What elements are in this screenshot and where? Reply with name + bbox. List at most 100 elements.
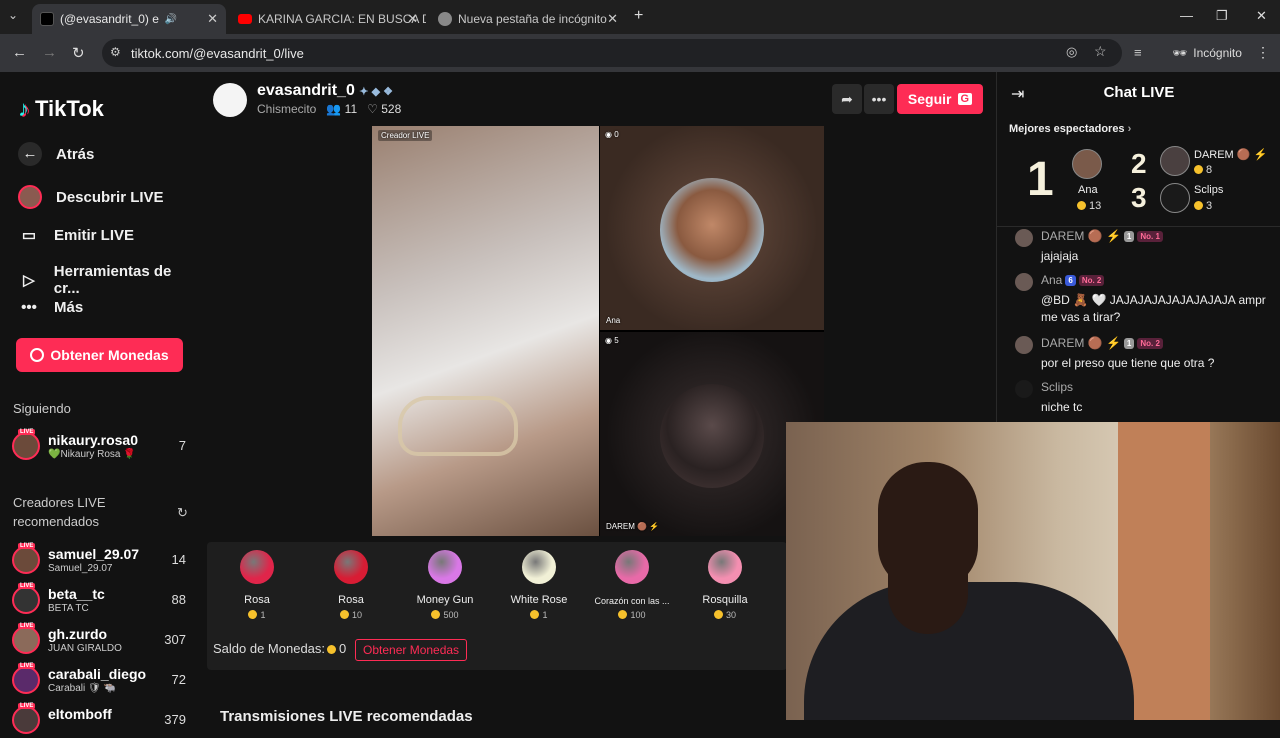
people-icon: 👥 [326,102,342,116]
viewer-count: 88 [171,592,186,607]
chat-text: niche tc [1041,400,1083,414]
get-coins-button[interactable]: Obtener Monedas [16,338,183,372]
new-tab-icon[interactable]: + [634,7,643,25]
top-viewer-avatar[interactable] [1072,149,1102,179]
browser-tab-bar: ⌄ (@evasandrit_0) e 🔊 ✕ KARINA GARCIA: E… [0,0,1280,34]
nav-discover-live[interactable]: Descubrir LIVE [18,185,164,209]
coin-icon [1077,201,1086,210]
close-tab-icon[interactable]: ✕ [207,11,218,27]
coin-icon [618,610,628,619]
recommended-streams-title: Transmisiones LIVE recomendadas [220,708,473,725]
forward-icon[interactable]: → [42,44,57,61]
recommended-item[interactable]: LIVE gh.zurdo JUAN GIRALDO 307 [12,623,192,658]
nav-more[interactable]: ••• Más [18,299,83,316]
avatar: LIVE [12,543,40,574]
top-viewer-avatar[interactable] [1160,183,1190,213]
money-gun-gift-icon [428,550,462,584]
guest-video-tile-1[interactable]: ◉ 0 Ana [600,126,824,330]
ellipsis-icon: ••• [871,91,887,107]
logo-text: TikTok [35,96,104,121]
url-text[interactable]: tiktok.com/@evasandrit_0/live [131,46,304,61]
viewer-count: 307 [164,632,186,647]
live-video-grid[interactable]: Creador LIVE ◉ 0 Ana ◉ 5 DAREM 🟤 ⚡ [372,126,824,536]
avatar: LIVE [12,429,40,460]
recommended-item[interactable]: LIVE samuel_29.07 Samuel_29.07 14 [12,543,192,578]
gift-item[interactable]: Rosa 10 [306,550,396,620]
more-options-button[interactable]: ••• [864,84,894,114]
top-viewer-avatar[interactable] [1160,146,1190,176]
gift-item[interactable]: Rosquilla 30 [680,550,770,620]
gift-item[interactable]: Rosa 1 [212,550,302,620]
recommended-item[interactable]: LIVE carabali_diego Carabali 🛡 🐃 72 [12,663,192,698]
refresh-icon[interactable]: ↻ [177,505,188,521]
reload-icon[interactable]: ↻ [72,44,85,62]
share-button[interactable]: ➦ [832,84,862,114]
tab-incognito[interactable]: Nueva pestaña de incógnito ✕ [430,4,626,34]
guest-avatar [660,178,764,282]
avatar: LIVE [12,663,40,694]
nav-go-live[interactable]: ▭ Emitir LIVE [18,226,135,245]
coin-icon [713,610,723,619]
maximize-icon[interactable]: ❐ [1216,8,1228,24]
nav-back[interactable]: ← Atrás [18,142,94,166]
gift-cost: 30 [725,610,736,620]
guest-count: 5 [614,336,619,345]
bookmark-star-icon[interactable]: ☆ [1094,43,1107,60]
chevron-right-icon: › [1127,123,1132,135]
menu-kebab-icon[interactable]: ⋮ [1256,44,1270,61]
chat-username: DAREM 🟤 ⚡ [1041,336,1121,350]
get-coins-label: Obtener Monedas [50,347,169,363]
viewers: 👥 11 [326,102,357,116]
gift-name: Corazón con las ... [594,596,670,606]
avatar [1015,336,1033,354]
chat-username: Ana [1041,273,1063,287]
tab-label: (@evasandrit_0) e [60,12,159,26]
site-info-icon[interactable]: ⚙ [110,45,121,59]
gift-cost: 1 [260,610,266,620]
gift-item[interactable]: Corazón con las ... 100 [587,550,677,620]
host-avatar[interactable] [213,83,247,117]
nav-creator-tools[interactable]: ▷ Herramientas de cr... [18,263,200,297]
coin-icon [327,645,337,654]
host-name[interactable]: evasandrit_0 ✦ ◆ ❖ [257,82,393,100]
top-viewer-coins: 13 [1089,200,1102,212]
close-window-icon[interactable]: ✕ [1256,8,1267,24]
incognito-indicator[interactable]: 🕶 Incógnito [1162,40,1252,66]
incognito-label: Incógnito [1193,46,1242,60]
avatar: LIVE [12,623,40,654]
top-viewer-name: Sclips [1194,184,1224,196]
tiktok-logo[interactable]: ♪ TikTok [18,96,104,122]
recommended-item[interactable]: LIVE beta__tc BETA TC 88 [12,583,192,618]
nav-label: Emitir LIVE [54,226,135,244]
minimize-icon[interactable]: — [1180,8,1193,23]
following-item[interactable]: LIVE nikaury.rosa0 💚Nikaury Rosa 🌹 7 [12,429,192,464]
coin-icon [1194,165,1203,174]
recommended-item[interactable]: LIVE eltomboff 379 [12,703,192,738]
creator-video-tile[interactable]: Creador LIVE [372,126,599,536]
chat-text: jajajaja [1041,249,1079,263]
recommended-title: Creadores LIVE recomendados [13,495,106,529]
coin-icon [248,610,258,619]
follow-button[interactable]: Seguir G [897,84,983,114]
omnibox[interactable]: ⚙ tiktok.com/@evasandrit_0/live ◎ ☆ [102,39,1122,67]
host-meta: Chismecito 👥 11 ♡ 528 [257,102,401,116]
avatar: LIVE [12,703,40,734]
tab-search-icon[interactable]: ⌄ [8,8,18,22]
eye-off-icon[interactable]: ◎ [1066,44,1077,60]
video-camera-icon: ▭ [21,227,37,244]
top-viewer-coins: 8 [1206,164,1213,176]
close-tab-icon[interactable]: ✕ [607,11,618,27]
tab-tiktok[interactable]: (@evasandrit_0) e 🔊 ✕ [32,4,226,34]
reading-list-icon[interactable]: ≡ [1134,45,1142,60]
badge-icons: ✦ ◆ ❖ [359,86,393,98]
gift-item[interactable]: White Rose 1 [494,550,584,620]
top-viewers-link[interactable]: Mejores espectadores › [1009,123,1131,135]
close-tab-icon[interactable]: ✕ [407,11,418,27]
guest-name: DAREM 🟤 ⚡ [606,522,660,531]
gift-item[interactable]: Money Gun 500 [400,550,490,620]
tab-youtube[interactable]: KARINA GARCIA: EN BUSCA DE ✕ [230,4,426,34]
creator-subtitle: BETA TC [48,603,89,614]
get-coins-link[interactable]: Obtener Monedas [355,639,468,661]
back-icon[interactable]: ← [12,44,27,61]
chat-username: Sclips [1041,380,1074,394]
